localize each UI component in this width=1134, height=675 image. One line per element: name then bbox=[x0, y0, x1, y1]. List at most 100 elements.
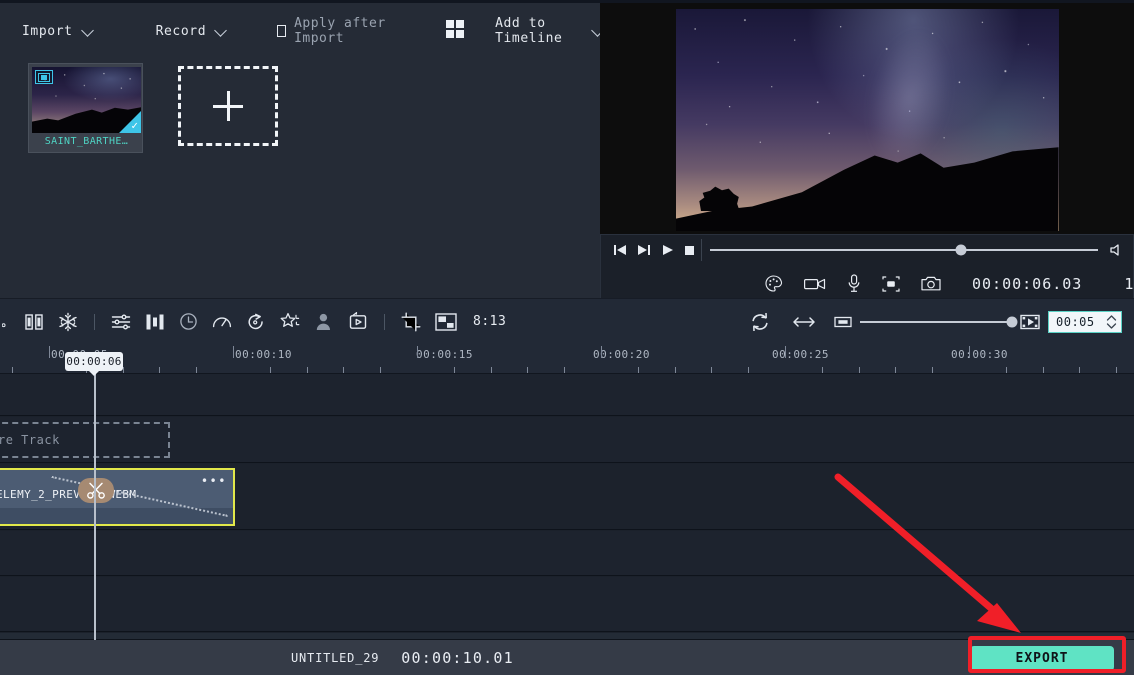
track-drop-label: re Track bbox=[0, 433, 60, 447]
media-grid: ✓ SAINT_BARTHE… bbox=[0, 56, 600, 301]
track-row[interactable] bbox=[0, 531, 1134, 576]
more-options-icon[interactable]: ••• bbox=[201, 475, 227, 487]
ruler-minor-tick bbox=[675, 367, 676, 373]
preview-tools-row: 00:00:06.03 16:9 bbox=[601, 265, 1134, 302]
media-library-panel: Import Record Apply after Import Add to … bbox=[0, 0, 600, 301]
ruler-minor-tick bbox=[748, 367, 749, 373]
sliders-icon[interactable] bbox=[111, 313, 131, 331]
duration-stepper[interactable] bbox=[1105, 314, 1121, 330]
ruler-minor-tick bbox=[123, 367, 124, 373]
timeline-panel: 00:00:05 00:00:10 00:00:15 00:00:20 00:0… bbox=[0, 344, 1134, 640]
track-row[interactable]: re Track bbox=[0, 417, 1134, 463]
rotate-icon[interactable] bbox=[246, 312, 266, 332]
snowflake-icon[interactable] bbox=[58, 312, 78, 332]
checkmark-glyph: ✓ bbox=[131, 119, 138, 132]
aspect-ratio-label[interactable]: 16:9 bbox=[1124, 275, 1134, 293]
add-to-timeline-button[interactable]: Add to Timeline bbox=[495, 16, 600, 46]
ruler-minor-tick bbox=[527, 367, 528, 373]
preview-seek-slider[interactable] bbox=[710, 242, 1098, 258]
ruler-minor-tick bbox=[491, 367, 492, 373]
timeline-clip[interactable]: ELEMY_2_PREVIEW.WEBM ••• bbox=[0, 468, 235, 526]
ruler-minor-tick bbox=[307, 367, 308, 373]
clipped-left-icon[interactable] bbox=[2, 314, 10, 330]
color-bars-icon[interactable] bbox=[145, 313, 165, 331]
aspect-ratio-value[interactable]: 8:13 bbox=[473, 314, 506, 329]
ruler-label: 00:00:30 bbox=[951, 348, 1008, 361]
ruler-minor-tick bbox=[1006, 367, 1007, 373]
skip-previous-icon[interactable] bbox=[613, 243, 627, 257]
marker-icon[interactable] bbox=[882, 275, 900, 292]
track-row[interactable]: ELEMY_2_PREVIEW.WEBM ••• bbox=[0, 464, 1134, 530]
apply-after-import-label: Apply after Import bbox=[294, 16, 386, 46]
picture-in-picture-icon[interactable] bbox=[435, 312, 457, 331]
zoom-out-icon[interactable] bbox=[834, 316, 852, 328]
media-item-label: SAINT_BARTHE… bbox=[44, 136, 129, 147]
export-button-wrap: EXPORT bbox=[968, 644, 1116, 673]
track-drop-placeholder[interactable]: re Track bbox=[0, 422, 170, 458]
grid-view-icon[interactable] bbox=[446, 19, 465, 43]
ruler-minor-tick bbox=[822, 367, 823, 373]
ruler-minor-tick bbox=[564, 367, 565, 373]
apply-after-import-checkbox[interactable]: Apply after Import bbox=[277, 16, 398, 46]
import-menu-button[interactable]: Import bbox=[22, 24, 94, 39]
split-clip-button[interactable] bbox=[78, 478, 114, 503]
timeline-hscrollbar[interactable] bbox=[0, 633, 1134, 640]
transport-row bbox=[601, 235, 1134, 265]
play-icon[interactable] bbox=[661, 243, 674, 257]
timeline-ruler[interactable]: 00:00:05 00:00:10 00:00:15 00:00:20 00:0… bbox=[0, 344, 1134, 374]
clock-icon[interactable] bbox=[179, 312, 198, 331]
split-clip-icon[interactable] bbox=[24, 312, 44, 332]
import-label: Import bbox=[22, 23, 73, 39]
track-row[interactable] bbox=[0, 374, 1134, 416]
add-media-button[interactable] bbox=[178, 66, 278, 146]
export-button[interactable]: EXPORT bbox=[970, 646, 1114, 671]
checkbox-icon bbox=[277, 25, 287, 37]
preview-timecode: 00:00:06.03 bbox=[972, 274, 1083, 293]
add-to-timeline-label: Add to Timeline bbox=[495, 16, 563, 46]
duration-value: 00:05 bbox=[1056, 314, 1095, 329]
zoom-handle[interactable] bbox=[1006, 316, 1018, 327]
record-menu-button[interactable]: Record bbox=[156, 24, 228, 39]
skip-next-icon[interactable] bbox=[637, 243, 651, 257]
chevron-down-icon bbox=[592, 25, 600, 37]
loop-video-icon[interactable] bbox=[348, 312, 368, 331]
microphone-icon[interactable] bbox=[847, 274, 861, 293]
zoom-in-icon[interactable] bbox=[1020, 314, 1040, 330]
chevron-down-icon bbox=[82, 25, 94, 37]
ruler-minor-tick bbox=[380, 367, 381, 373]
color-palette-icon[interactable] bbox=[764, 274, 783, 293]
film-strip-icon bbox=[35, 70, 53, 84]
duration-input[interactable]: 00:05 bbox=[1048, 310, 1122, 333]
preview-controls: 00:00:06.03 16:9 bbox=[600, 234, 1134, 301]
divider bbox=[384, 313, 385, 330]
ruler-major-tick bbox=[785, 346, 786, 358]
preview-panel: 00:00:06.03 16:9 bbox=[600, 0, 1134, 301]
zoom-track bbox=[860, 320, 1012, 323]
track-row[interactable] bbox=[0, 577, 1134, 632]
project-name: UNTITLED_29 bbox=[291, 650, 380, 665]
ruler-minor-tick bbox=[270, 367, 271, 373]
preview-stage[interactable] bbox=[600, 6, 1134, 234]
chevron-down-icon bbox=[215, 25, 227, 37]
camera-snapshot-icon[interactable] bbox=[921, 275, 941, 292]
ruler-minor-tick bbox=[932, 367, 933, 373]
star-effects-icon[interactable] bbox=[280, 312, 300, 331]
playhead-time-tooltip[interactable]: 00:00:06 bbox=[65, 352, 123, 371]
speaker-icon[interactable] bbox=[1110, 243, 1125, 257]
crop-icon[interactable] bbox=[401, 312, 421, 332]
speed-gauge-icon[interactable] bbox=[212, 313, 232, 331]
seek-handle[interactable] bbox=[955, 244, 967, 256]
timeline-zoom-slider[interactable] bbox=[860, 315, 1018, 329]
fit-to-timeline-icon[interactable] bbox=[792, 315, 816, 329]
ruler-minor-tick bbox=[343, 367, 344, 373]
stop-icon[interactable] bbox=[684, 245, 695, 256]
timeline-tracks: re Track ELEMY_2_PREVIEW.WEBM ••• bbox=[0, 374, 1134, 640]
ruler-minor-tick bbox=[711, 367, 712, 373]
seek-track bbox=[710, 249, 1098, 251]
ruler-major-tick bbox=[49, 346, 50, 358]
person-icon[interactable] bbox=[314, 312, 334, 331]
ruler-minor-tick bbox=[159, 367, 160, 373]
media-item[interactable]: ✓ SAINT_BARTHE… bbox=[28, 63, 143, 153]
refresh-icon[interactable] bbox=[750, 312, 770, 332]
video-camera-icon[interactable] bbox=[804, 277, 826, 291]
